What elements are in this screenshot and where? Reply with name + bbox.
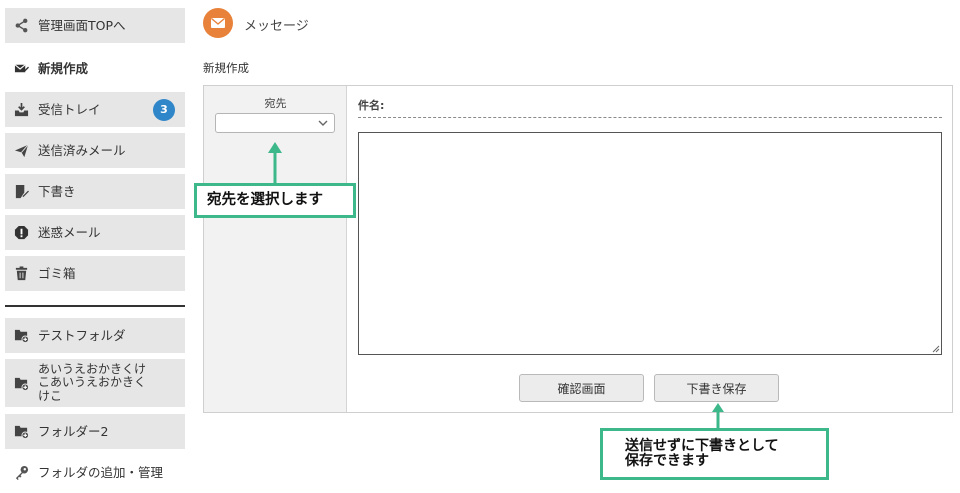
- sidebar-item-label: 管理画面TOPへ: [38, 18, 126, 33]
- folder-add-icon: [13, 424, 29, 440]
- sidebar-item-label: 送信済みメール: [38, 143, 126, 158]
- page-title: メッセージ: [244, 19, 309, 34]
- sidebar-item-admin-top[interactable]: 管理画面TOPへ: [5, 8, 185, 43]
- sidebar-item-label: 下書き: [38, 184, 76, 199]
- compose-mail-icon: [13, 61, 29, 77]
- sidebar-item-trash[interactable]: ゴミ箱: [5, 256, 185, 291]
- sidebar-divider: [5, 305, 185, 307]
- sidebar-item-folder-test[interactable]: テストフォルダ: [5, 318, 185, 353]
- subject-input[interactable]: [358, 117, 942, 118]
- recipient-column: 宛先: [204, 86, 347, 412]
- sidebar-item-label: 新規作成: [38, 61, 89, 76]
- sidebar-item-inbox[interactable]: 受信トレイ 3: [5, 92, 185, 127]
- sidebar-item-folder-2[interactable]: フォルダー2: [5, 414, 185, 449]
- save-draft-button[interactable]: 下書き保存: [654, 374, 779, 402]
- send-icon: [13, 143, 29, 159]
- sidebar-item-spam[interactable]: 迷惑メール: [5, 215, 185, 250]
- annotation-arrow-up-icon: [268, 142, 282, 184]
- sidebar-item-compose[interactable]: 新規作成: [5, 51, 185, 86]
- sidebar-item-folder-manage[interactable]: フォルダの追加・管理: [5, 455, 185, 490]
- recipient-label: 宛先: [264, 97, 287, 110]
- sidebar-item-label: テストフォルダ: [38, 328, 126, 343]
- subject-label: 件名:: [358, 99, 385, 112]
- annotation-line: 保存できます: [625, 453, 709, 469]
- inbox-icon: [13, 102, 29, 118]
- resize-handle-icon[interactable]: [932, 345, 940, 353]
- annotation-arrow-up-icon: [712, 403, 724, 430]
- key-icon: [13, 465, 29, 481]
- sidebar-item-label: 受信トレイ: [38, 102, 101, 117]
- sidebar-item-folder-aiueo[interactable]: あいうえおかきくけ こあいうえおかきく けこ: [5, 359, 185, 407]
- sidebar-item-label: 迷惑メール: [38, 225, 101, 240]
- sidebar-item-drafts[interactable]: 下書き: [5, 174, 185, 209]
- alert-icon: [13, 225, 29, 241]
- app-root: 管理画面TOPへ 新規作成 受信トレイ 3 送信済みメール 下書き 迷惑メール …: [0, 0, 960, 493]
- chevron-down-icon: [318, 120, 328, 126]
- section-title: 新規作成: [203, 61, 249, 75]
- confirm-button[interactable]: 確認画面: [519, 374, 644, 402]
- sidebar-item-sent[interactable]: 送信済みメール: [5, 133, 185, 168]
- sidebar-item-label: フォルダー2: [38, 424, 109, 439]
- annotation-line: 送信せずに下書きとして: [625, 438, 779, 454]
- message-icon: [203, 8, 233, 38]
- folder-add-icon: [13, 328, 29, 344]
- annotation-select-recipient: 宛先を選択します: [194, 183, 356, 218]
- unread-count-badge: 3: [153, 98, 175, 121]
- sidebar-item-label: ゴミ箱: [38, 266, 76, 281]
- sidebar-item-label: フォルダの追加・管理: [38, 465, 164, 480]
- compose-panel: 宛先 件名: 確認画面 下書き保存: [203, 85, 953, 413]
- message-body-textarea[interactable]: [358, 132, 942, 355]
- sidebar-item-label: あいうえおかきくけ こあいうえおかきく けこ: [38, 361, 147, 403]
- recipient-select[interactable]: [215, 113, 335, 133]
- draft-icon: [13, 184, 29, 200]
- folder-add-icon: [13, 375, 29, 391]
- annotation-save-draft: 送信せずに下書きとして 保存できます: [600, 428, 829, 480]
- share-icon: [13, 18, 29, 34]
- trash-icon: [13, 266, 29, 282]
